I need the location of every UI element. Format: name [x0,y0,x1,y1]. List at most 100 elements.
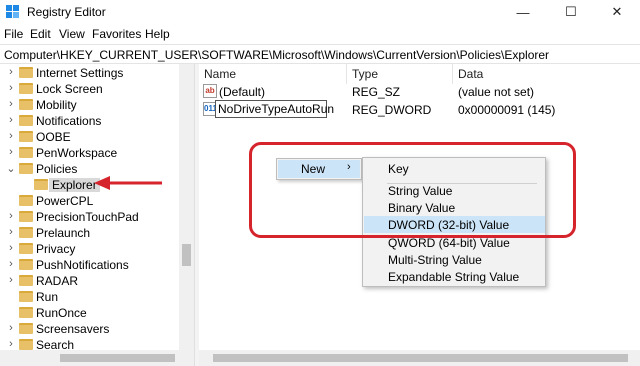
menu-edit[interactable]: Edit [30,27,51,41]
folder-icon [19,83,33,94]
chevron-right-icon[interactable]: › [6,274,16,286]
menu-bar: File Edit View Favorites Help [0,24,640,44]
chevron-right-icon[interactable]: › [6,82,16,94]
chevron-right-icon[interactable]: › [6,114,16,126]
close-button[interactable]: ✕ [594,0,640,24]
value-type: REG_DWORD [352,103,432,117]
scrollbar-thumb[interactable] [182,244,191,266]
tree-item-label: PenWorkspace [36,146,118,160]
menu-item-label: QWORD (64-bit) Value [388,236,510,250]
column-header-name[interactable]: Name [204,67,236,81]
menu-help[interactable]: Help [145,27,170,41]
title-bar: Registry Editor — ☐ ✕ [0,0,640,24]
maximize-button[interactable]: ☐ [548,0,594,24]
tree-item-lock-screen[interactable]: › Lock Screen [0,81,178,97]
chevron-right-icon[interactable]: › [6,258,16,270]
menu-file[interactable]: File [4,27,23,41]
menu-item-label: Expandable String Value [388,270,520,284]
tree-item-penworkspace[interactable]: › PenWorkspace [0,145,178,161]
folder-icon [19,131,33,142]
tree-item-internet-settings[interactable]: › Internet Settings [0,65,178,81]
tree-item-label: Internet Settings [36,66,124,80]
folder-icon [19,195,33,206]
folder-icon [19,275,33,286]
tree-item-label: Prelaunch [36,226,91,240]
folder-open-icon [19,163,33,174]
key-tree: › Internet Settings › Lock Screen › Mobi… [0,64,194,366]
column-divider[interactable] [346,64,347,84]
folder-icon [19,339,33,350]
tree-item-oobe[interactable]: › OOBE [0,129,178,145]
minimize-button[interactable]: — [500,0,546,24]
tree-item-mobility[interactable]: › Mobility [0,97,178,113]
column-header-type[interactable]: Type [352,67,378,81]
tree-item-label: Screensavers [36,322,110,336]
chevron-right-icon[interactable]: › [6,98,16,110]
tree-item-prelaunch[interactable]: › Prelaunch [0,225,178,241]
tree-item-label: Policies [36,162,78,176]
scrollbar-thumb[interactable] [60,354,175,362]
registry-editor-icon [6,5,20,19]
folder-icon [19,211,33,222]
folder-icon [19,307,33,318]
tree-item-pushnotifications[interactable]: › PushNotifications [0,257,178,273]
chevron-down-icon[interactable]: ⌄ [6,162,16,175]
tree-item-label: OOBE [36,130,71,144]
chevron-right-icon[interactable]: › [6,338,16,350]
value-data: 0x00000091 (145) [458,103,556,117]
tree-horizontal-scrollbar[interactable] [0,350,194,366]
tree-item-label: Lock Screen [36,82,103,96]
tree-item-label: Run [36,290,59,304]
tree-item-run[interactable]: Run [0,289,178,305]
tree-item-label: RADAR [36,274,79,288]
chevron-right-icon[interactable]: › [6,242,16,254]
scrollbar-thumb[interactable] [213,354,628,362]
chevron-right-icon[interactable]: › [6,146,16,158]
folder-icon [19,67,33,78]
tree-item-label: PushNotifications [36,258,129,272]
chevron-right-icon[interactable]: › [6,130,16,142]
tree-item-runonce[interactable]: RunOnce [0,305,178,321]
menu-item-label: Multi-String Value [388,253,482,267]
menu-view[interactable]: View [59,27,85,41]
tree-item-label: PowerCPL [36,194,94,208]
folder-icon [34,179,48,190]
window-title: Registry Editor [27,5,106,19]
red-arrow-icon [94,176,162,190]
chevron-right-icon[interactable]: › [6,66,16,78]
rename-value-input[interactable]: NoDriveTypeAutoRun [215,100,334,118]
list-horizontal-scrollbar[interactable] [199,350,640,366]
tree-item-notifications[interactable]: › Notifications [0,113,178,129]
folder-icon [19,147,33,158]
highlight-rectangle [249,142,576,238]
tree-item-label: RunOnce [36,306,87,320]
folder-icon [19,99,33,110]
tree-item-label: Notifications [36,114,102,128]
column-divider[interactable] [452,64,453,84]
tree-item-radar[interactable]: › RADAR [0,273,178,289]
tree-item-privacy[interactable]: › Privacy [0,241,178,257]
folder-icon [19,291,33,302]
tree-vertical-scrollbar[interactable] [179,64,194,350]
value-type: REG_SZ [352,85,401,99]
tree-item-label: Privacy [36,242,76,256]
folder-icon [19,115,33,126]
folder-icon [19,323,33,334]
string-value-icon: ab [203,84,217,98]
tree-item-label: PrecisionTouchPad [36,210,139,224]
tree-item-screensavers[interactable]: › Screensavers [0,321,178,337]
folder-icon [19,243,33,254]
chevron-right-icon[interactable]: › [6,210,16,222]
chevron-right-icon[interactable]: › [6,226,16,238]
address-path[interactable]: Computer\HKEY_CURRENT_USER\SOFTWARE\Micr… [4,48,549,62]
tree-item-precisiontouchpad[interactable]: › PrecisionTouchPad [0,209,178,225]
menu-favorites[interactable]: Favorites [92,27,141,41]
tree-item-powercpl[interactable]: PowerCPL [0,193,178,209]
tree-item-label: Mobility [36,98,77,112]
menu-item-multi-string-value[interactable]: Multi-String Value [364,251,545,268]
chevron-right-icon[interactable]: › [6,322,16,334]
menu-item-expandable-string-value[interactable]: Expandable String Value [364,268,545,285]
value-name[interactable]: (Default) [219,85,265,99]
address-bar[interactable]: Computer\HKEY_CURRENT_USER\SOFTWARE\Micr… [0,44,640,64]
column-header-data[interactable]: Data [458,67,483,81]
